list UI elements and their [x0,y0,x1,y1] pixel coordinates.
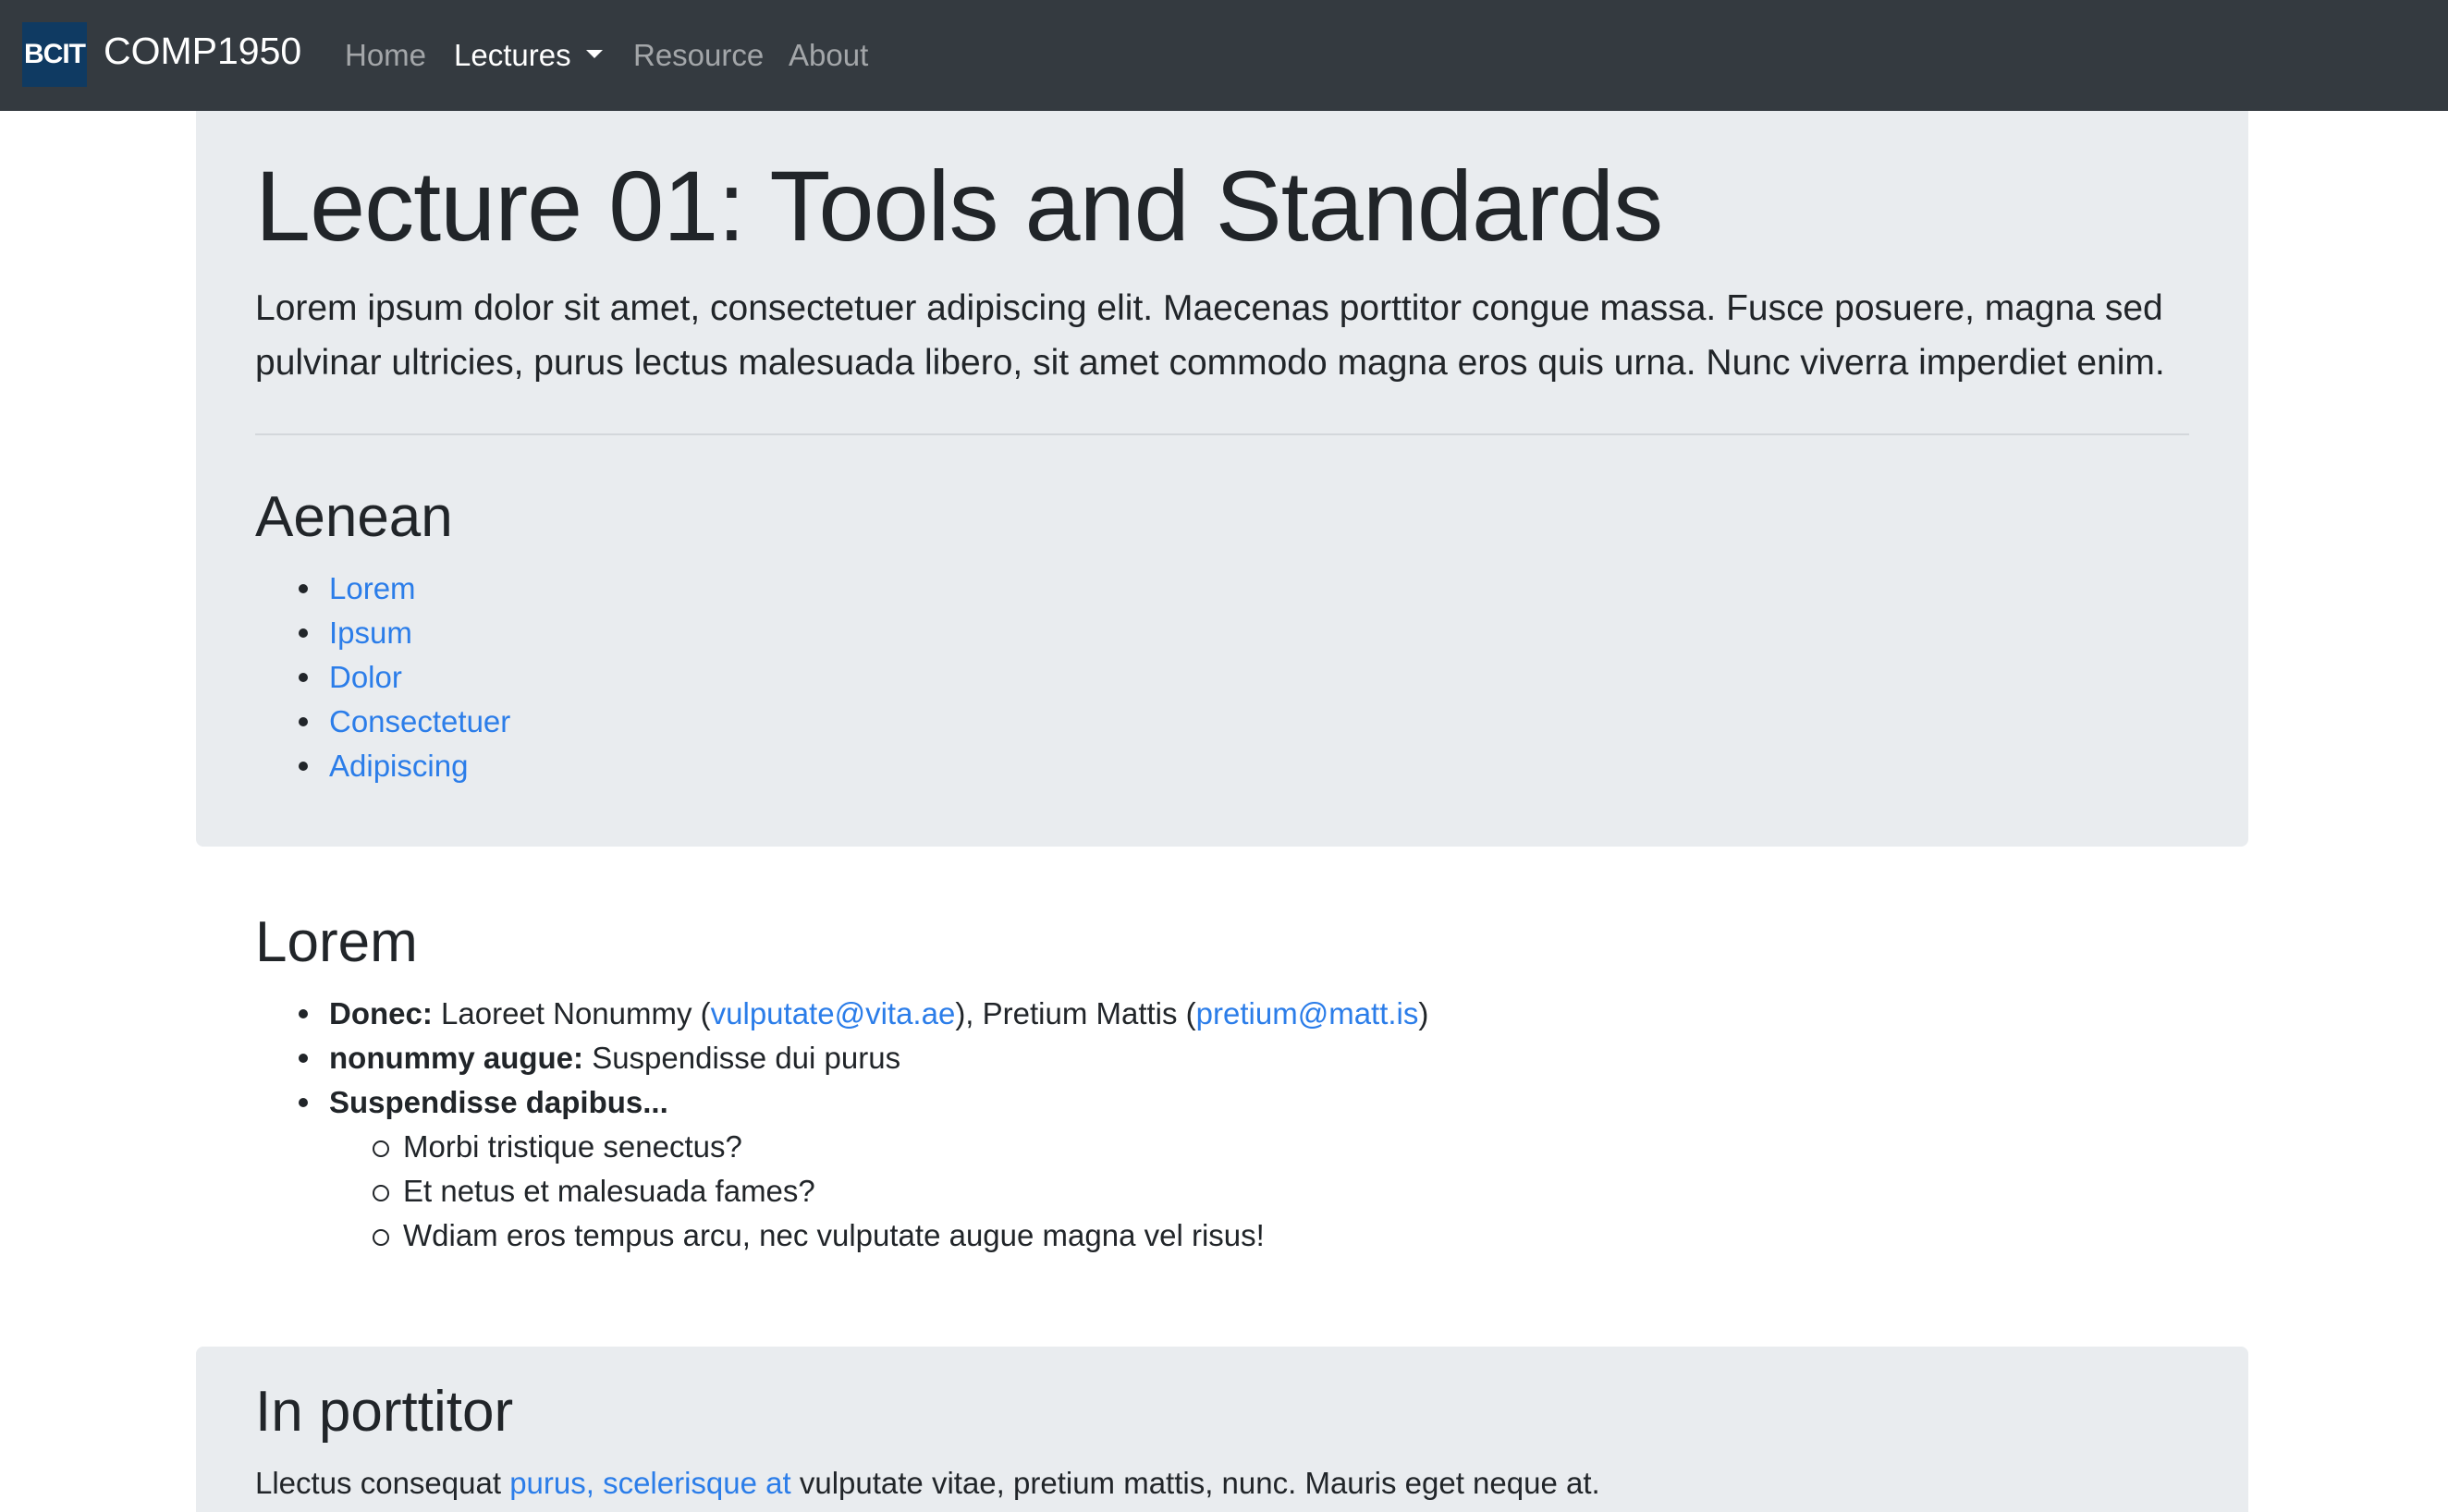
divider [255,433,2189,435]
list-item-suspendisse: Suspendisse dapibus... Morbi tristique s… [255,1080,1428,1258]
donec-label: Donec: [329,996,433,1030]
nav-home[interactable]: Home [345,35,426,76]
brand-link[interactable]: COMP1950 [104,26,301,76]
nonummy-text: Suspendisse dui purus [592,1041,901,1075]
porttitor-text-after: vulputate vitae, pretium mattis, nunc. M… [790,1466,1600,1500]
suspendisse-sublist: Morbi tristique senectus? Et netus et ma… [329,1125,1428,1258]
page-title: Lecture 01: Tools and Standards [255,150,1663,262]
section-heading-aenean: Aenean [255,485,453,549]
sub-list-item: Et netus et malesuada fames? [329,1169,1428,1213]
sub-list-item: Morbi tristique senectus? [329,1125,1428,1169]
section-heading-porttitor: In porttitor [255,1380,514,1444]
link-lorem[interactable]: Lorem [329,571,416,605]
nonummy-label: nonummy augue: [329,1041,584,1075]
email-link-vulputate[interactable]: vulputate@vita.ae [711,996,956,1030]
link-adipiscing[interactable]: Adipiscing [329,749,468,783]
link-ipsum[interactable]: Ipsum [329,616,412,650]
nav-lectures-dropdown[interactable]: Lectures [454,35,603,76]
list-item: Ipsum [255,611,510,655]
donec-text-2: ), Pretium Mattis ( [955,996,1196,1030]
donec-text-3: ) [1418,996,1429,1030]
section-heading-lorem: Lorem [255,910,418,974]
list-item-nonummy: nonummy augue: Suspendisse dui purus [255,1036,1428,1080]
porttitor-text-before: Llectus consequat [255,1466,510,1500]
top-navbar: BCIT COMP1950 Home Lectures Resource Abo… [0,0,2448,111]
list-item: Lorem [255,567,510,611]
list-item: Dolor [255,655,510,700]
list-item-donec: Donec: Laoreet Nonummy (vulputate@vita.a… [255,992,1428,1036]
suspendisse-label: Suspendisse dapibus... [329,1085,668,1119]
aenean-link-list: Lorem Ipsum Dolor Consectetuer Adipiscin… [255,567,510,788]
link-dolor[interactable]: Dolor [329,660,402,694]
list-item: Adipiscing [255,744,510,788]
bcit-logo[interactable]: BCIT [22,22,87,87]
email-link-pretium[interactable]: pretium@matt.is [1196,996,1419,1030]
nav-about[interactable]: About [789,35,868,76]
sub-list-item: Wdiam eros tempus arcu, nec vulputate au… [329,1213,1428,1258]
nav-resource[interactable]: Resource [633,35,764,76]
lorem-list: Donec: Laoreet Nonummy (vulputate@vita.a… [255,992,1428,1258]
caret-down-icon [585,50,603,58]
porttitor-link[interactable]: purus, scelerisque at [509,1466,791,1500]
donec-text-1: Laoreet Nonummy ( [441,996,711,1030]
lead-paragraph: Lorem ipsum dolor sit amet, consectetuer… [255,288,2165,383]
porttitor-paragraph: Llectus consequat purus, scelerisque at … [255,1463,1600,1504]
list-item: Consectetuer [255,700,510,744]
link-consectetuer[interactable]: Consectetuer [329,704,510,738]
nav-lectures-label: Lectures [454,38,571,72]
